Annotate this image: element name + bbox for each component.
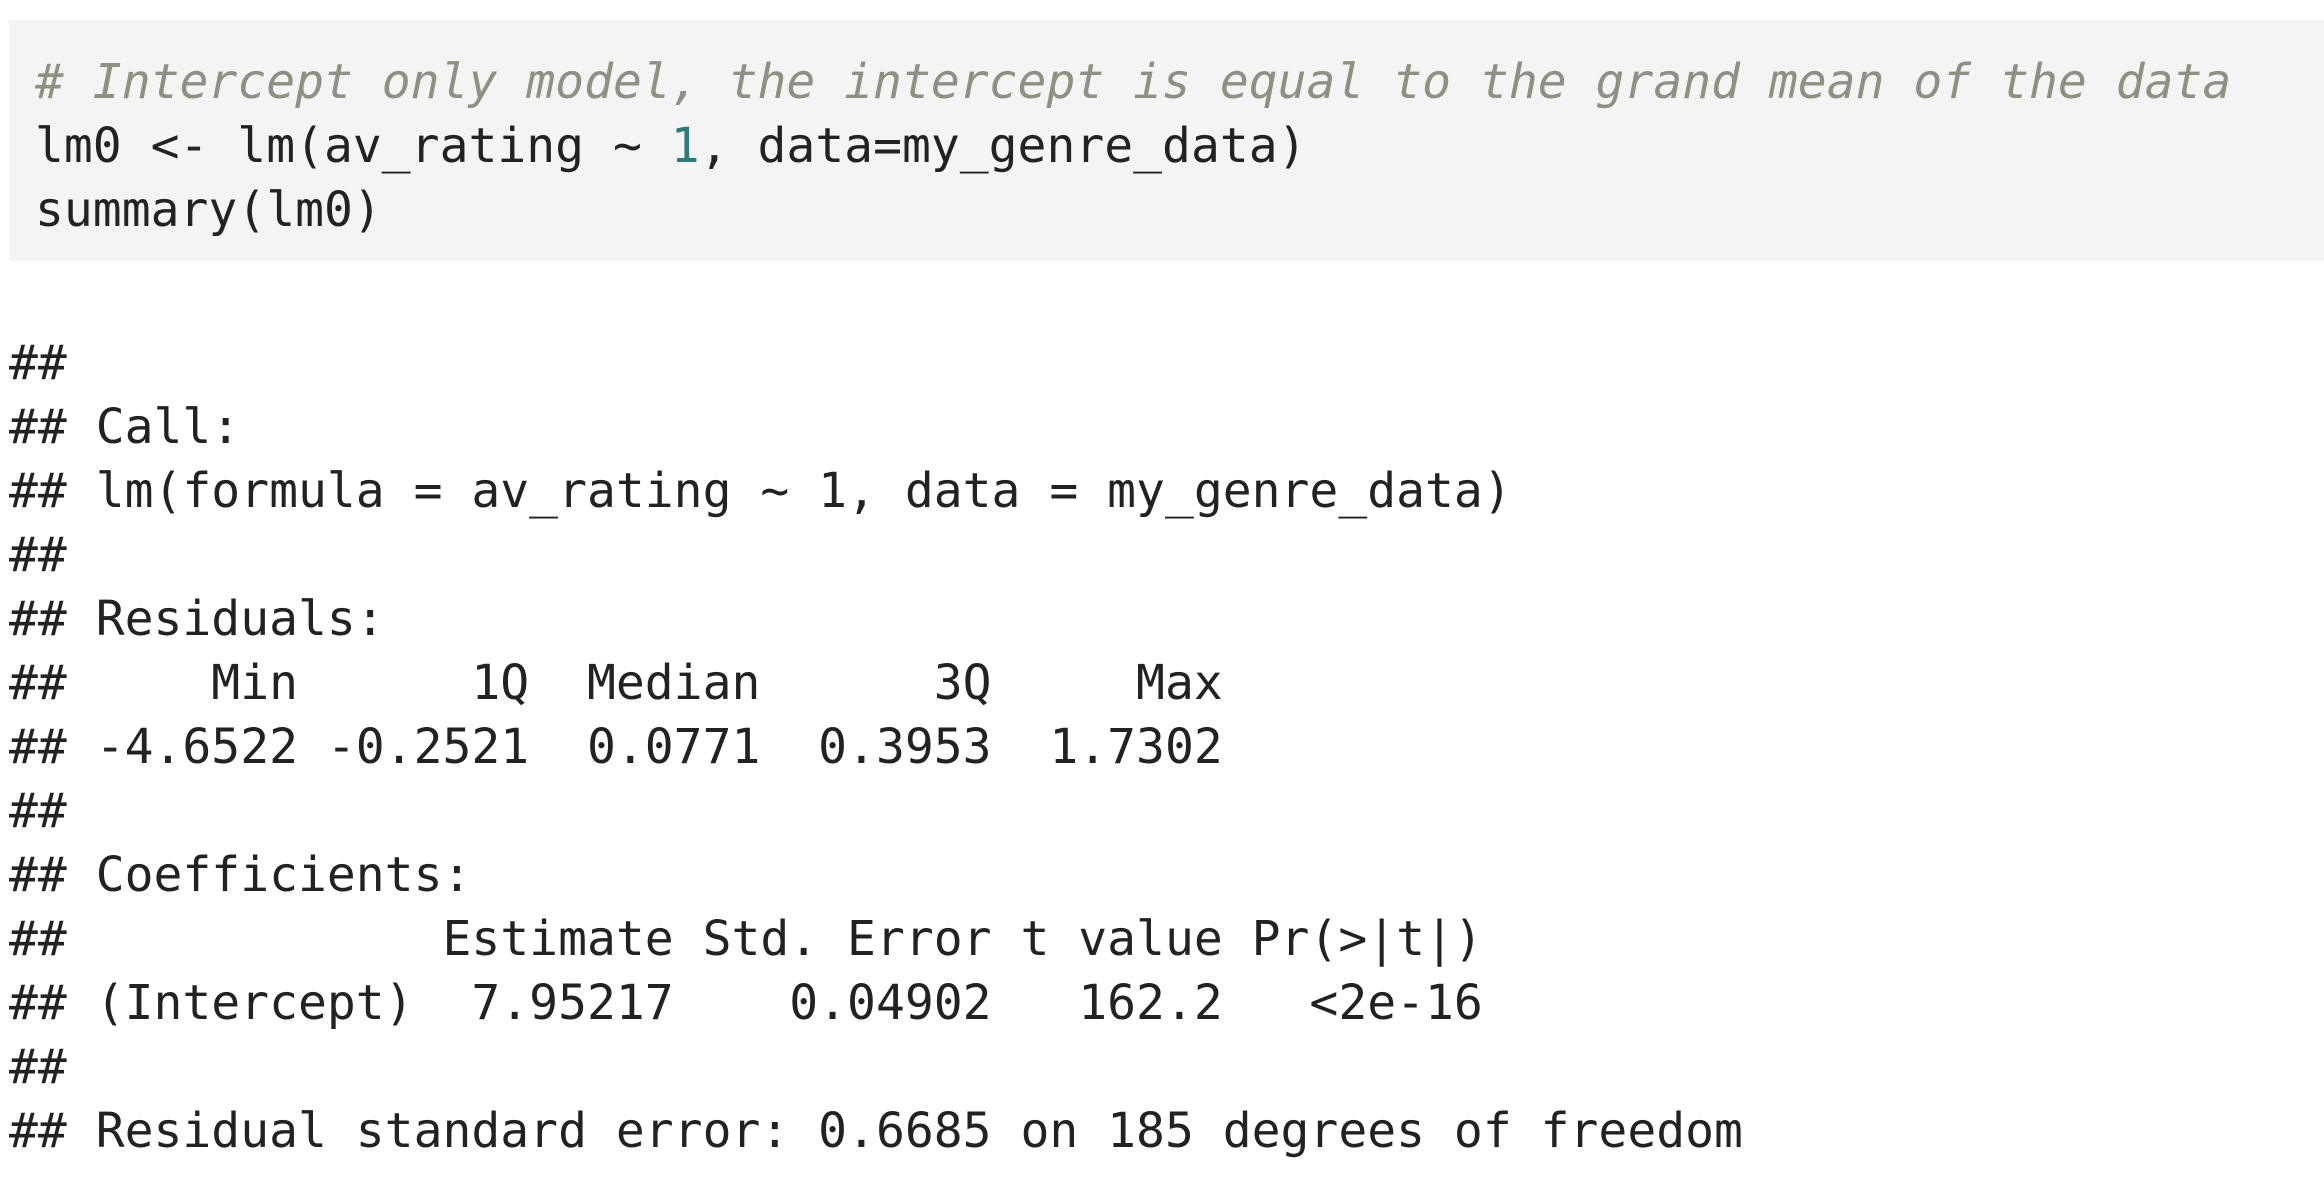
output-line-residuals-header: ## Residuals: [9,591,385,647]
code-block: # Intercept only model, the intercept is… [9,20,2324,261]
output-line: ## [9,335,67,391]
output-line-call-header: ## Call: [9,399,241,455]
code-number-literal: 1 [670,118,700,174]
code-line-model-post: , data=my_genre_data) [699,118,1307,174]
output-line-call-formula: ## lm(formula = av_rating ~ 1, data = my… [9,463,1512,519]
output-line-coefficients-header: ## Coefficients: [9,847,472,903]
output-line: ## [9,783,67,839]
code-line-model-pre: lm0 <- lm(av_rating ~ [35,118,671,174]
output-line-residual-standard-error: ## Residual standard error: 0.6685 on 18… [9,1103,1743,1159]
console-output: ## ## Call: ## lm(formula = av_rating ~ … [9,331,2309,1163]
output-line-residuals-values: ## -4.6522 -0.2521 0.0771 0.3953 1.7302 [9,719,1223,775]
output-line-residuals-labels: ## Min 1Q Median 3Q Max [9,655,1223,711]
code-line-model: lm0 <- lm(av_rating ~ 1, data=my_genre_d… [35,114,2324,178]
output-line: ## [9,527,67,583]
output-line: ## [9,1039,67,1095]
code-comment: # Intercept only model, the intercept is… [35,54,2232,110]
output-line-coefficients-columns: ## Estimate Std. Error t value Pr(>|t|) [9,911,1483,967]
code-line-summary: summary(lm0) [35,182,382,238]
output-line-coefficients-intercept: ## (Intercept) 7.95217 0.04902 162.2 <2e… [9,975,1483,1031]
